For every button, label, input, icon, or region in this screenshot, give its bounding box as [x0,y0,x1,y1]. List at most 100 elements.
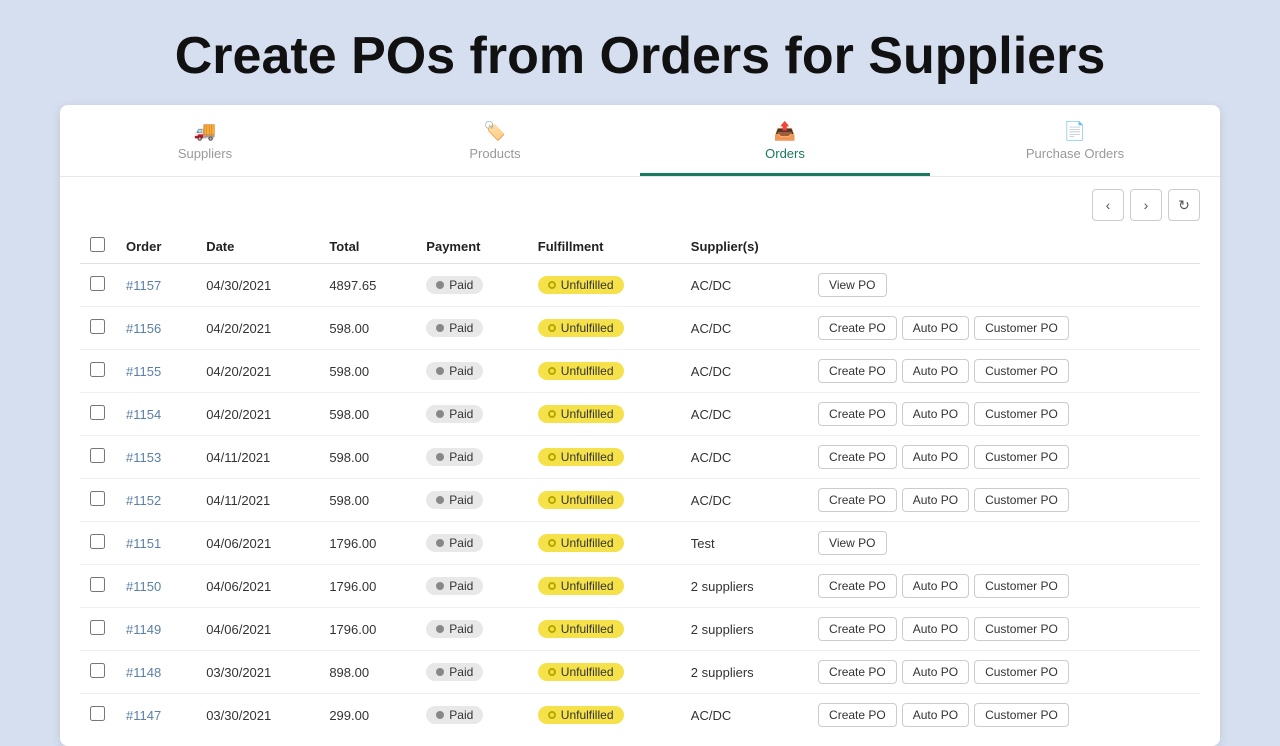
paid-dot [436,668,444,676]
unfulfilled-dot [548,582,556,590]
row-checkbox[interactable] [90,706,105,721]
fulfillment-badge: Unfulfilled [538,706,624,724]
order-link[interactable]: #1157 [126,278,161,293]
unfulfilled-dot [548,711,556,719]
order-link[interactable]: #1156 [126,321,161,336]
customer-po-button[interactable]: Customer PO [974,574,1069,598]
auto-po-button[interactable]: Auto PO [902,660,969,684]
row-date: 04/20/2021 [196,307,319,350]
row-date: 04/06/2021 [196,608,319,651]
auto-po-button[interactable]: Auto PO [902,574,969,598]
table-area: ‹ › ↻ Order Date Total Payment Fulfillme… [60,177,1220,746]
row-payment: Paid [416,651,528,694]
prev-button[interactable]: ‹ [1092,189,1124,221]
select-all-checkbox[interactable] [90,237,105,252]
row-checkbox[interactable] [90,491,105,506]
row-actions: Create POAuto POCustomer PO [808,479,1200,522]
row-payment: Paid [416,307,528,350]
fulfillment-badge: Unfulfilled [538,276,624,294]
order-link[interactable]: #1150 [126,579,161,594]
row-total: 4897.65 [319,264,416,307]
row-supplier: 2 suppliers [681,651,808,694]
order-link[interactable]: #1149 [126,622,161,637]
create-po-button[interactable]: Create PO [818,660,897,684]
tab-products[interactable]: 🏷️ Products [350,105,640,176]
create-po-button[interactable]: Create PO [818,574,897,598]
order-link[interactable]: #1152 [126,493,161,508]
refresh-button[interactable]: ↻ [1168,189,1200,221]
fulfillment-badge: Unfulfilled [538,663,624,681]
actions-group: Create POAuto POCustomer PO [818,574,1190,598]
create-po-button[interactable]: Create PO [818,402,897,426]
tab-orders[interactable]: 📤 Orders [640,105,930,176]
paid-dot [436,324,444,332]
row-date: 03/30/2021 [196,694,319,737]
create-po-button[interactable]: Create PO [818,359,897,383]
row-actions: View PO [808,522,1200,565]
row-checkbox-cell [80,694,116,737]
auto-po-button[interactable]: Auto PO [902,703,969,727]
row-checkbox[interactable] [90,577,105,592]
order-link[interactable]: #1151 [126,536,161,551]
row-fulfillment: Unfulfilled [528,694,681,737]
auto-po-button[interactable]: Auto PO [902,359,969,383]
next-button[interactable]: › [1130,189,1162,221]
customer-po-button[interactable]: Customer PO [974,703,1069,727]
col-payment: Payment [416,229,528,264]
order-link[interactable]: #1154 [126,407,161,422]
row-checkbox[interactable] [90,448,105,463]
auto-po-button[interactable]: Auto PO [902,316,969,340]
create-po-button[interactable]: Create PO [818,488,897,512]
customer-po-button[interactable]: Customer PO [974,617,1069,641]
row-order: #1152 [116,479,196,522]
tab-purchase-orders[interactable]: 📄 Purchase Orders [930,105,1220,176]
auto-po-button[interactable]: Auto PO [902,402,969,426]
customer-po-button[interactable]: Customer PO [974,660,1069,684]
unfulfilled-dot [548,668,556,676]
table-row: #115304/11/2021598.00PaidUnfulfilledAC/D… [80,436,1200,479]
order-link[interactable]: #1155 [126,364,161,379]
row-actions: Create POAuto POCustomer PO [808,393,1200,436]
row-order: #1153 [116,436,196,479]
row-checkbox[interactable] [90,362,105,377]
payment-badge: Paid [426,319,483,337]
order-link[interactable]: #1153 [126,450,161,465]
actions-group: Create POAuto POCustomer PO [818,316,1190,340]
auto-po-button[interactable]: Auto PO [902,488,969,512]
row-checkbox[interactable] [90,620,105,635]
unfulfilled-dot [548,410,556,418]
row-checkbox[interactable] [90,276,105,291]
row-checkbox[interactable] [90,534,105,549]
col-date: Date [196,229,319,264]
row-checkbox[interactable] [90,405,105,420]
row-fulfillment: Unfulfilled [528,307,681,350]
row-checkbox[interactable] [90,319,105,334]
row-order: #1156 [116,307,196,350]
auto-po-button[interactable]: Auto PO [902,617,969,641]
view-po-button[interactable]: View PO [818,531,886,555]
create-po-button[interactable]: Create PO [818,316,897,340]
tab-suppliers[interactable]: 🚚 Suppliers [60,105,350,176]
col-checkbox [80,229,116,264]
create-po-button[interactable]: Create PO [818,617,897,641]
col-total: Total [319,229,416,264]
customer-po-button[interactable]: Customer PO [974,402,1069,426]
customer-po-button[interactable]: Customer PO [974,445,1069,469]
row-payment: Paid [416,350,528,393]
create-po-button[interactable]: Create PO [818,445,897,469]
customer-po-button[interactable]: Customer PO [974,359,1069,383]
order-link[interactable]: #1147 [126,708,161,723]
products-icon: 🏷️ [484,121,506,142]
table-row: #114703/30/2021299.00PaidUnfulfilledAC/D… [80,694,1200,737]
row-order: #1150 [116,565,196,608]
view-po-button[interactable]: View PO [818,273,886,297]
row-checkbox[interactable] [90,663,105,678]
customer-po-button[interactable]: Customer PO [974,316,1069,340]
create-po-button[interactable]: Create PO [818,703,897,727]
customer-po-button[interactable]: Customer PO [974,488,1069,512]
auto-po-button[interactable]: Auto PO [902,445,969,469]
row-payment: Paid [416,694,528,737]
order-link[interactable]: #1148 [126,665,161,680]
actions-group: View PO [818,531,1190,555]
row-actions: Create POAuto POCustomer PO [808,608,1200,651]
